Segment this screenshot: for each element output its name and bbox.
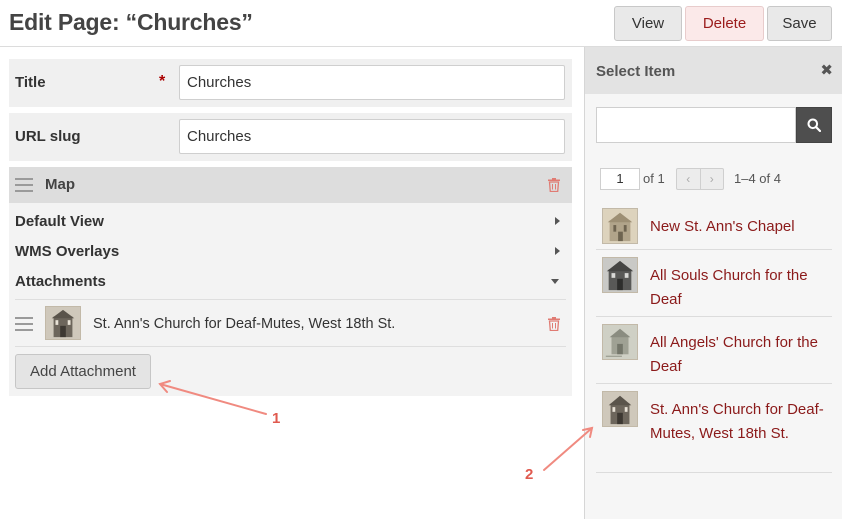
save-button[interactable]: Save xyxy=(767,6,832,41)
drag-handle-icon[interactable] xyxy=(15,178,33,192)
item-label: St. Ann's Church for Deaf-Mutes, West 18… xyxy=(650,401,824,442)
postcard-thumbnail-icon xyxy=(602,324,638,360)
photo-thumbnail-icon xyxy=(602,391,638,427)
attachment-row: St. Ann's Church for Deaf-Mutes, West 18… xyxy=(15,299,566,347)
result-range: 1–4 of 4 xyxy=(734,171,781,186)
slug-row: URL slug xyxy=(9,113,572,161)
attachment-title: St. Ann's Church for Deaf-Mutes, West 18… xyxy=(93,316,396,332)
title-label: Title xyxy=(15,74,46,91)
select-item-panel: Select Item ✖ 1 of 1 ‹ › 1–4 of 4 New St… xyxy=(584,47,842,519)
list-item[interactable]: All Souls Church for the Deaf xyxy=(596,251,832,317)
search-button[interactable] xyxy=(796,107,832,143)
map-block: Map Default View WMS Overlays Attachment… xyxy=(9,167,572,396)
next-page-button[interactable]: › xyxy=(701,169,724,189)
pager: ‹ › xyxy=(676,168,724,190)
page-number-input[interactable]: 1 xyxy=(600,168,640,190)
page-count: of 1 xyxy=(643,171,665,186)
view-button[interactable]: View xyxy=(614,6,682,41)
trash-icon[interactable] xyxy=(548,317,560,331)
chevron-right-icon[interactable] xyxy=(555,247,560,255)
search-icon xyxy=(807,118,821,132)
list-item[interactable]: St. Ann's Church for Deaf-Mutes, West 18… xyxy=(596,385,832,473)
slug-input[interactable] xyxy=(179,119,565,154)
attachment-thumbnail-icon xyxy=(45,306,81,340)
title-input[interactable] xyxy=(179,65,565,100)
section-default-view[interactable]: Default View xyxy=(15,213,104,230)
sketch-thumbnail-icon xyxy=(602,208,638,244)
list-item[interactable]: New St. Ann's Chapel xyxy=(596,202,832,250)
panel-title: Select Item xyxy=(596,63,676,80)
close-icon[interactable]: ✖ xyxy=(820,61,833,79)
item-label: All Souls Church for the Deaf xyxy=(650,267,808,308)
list-item[interactable]: All Angels' Church for the Deaf xyxy=(596,318,832,384)
trash-icon[interactable] xyxy=(548,178,560,192)
add-attachment-button[interactable]: Add Attachment xyxy=(15,354,151,389)
photo-thumbnail-icon xyxy=(602,257,638,293)
item-label: All Angels' Church for the Deaf xyxy=(650,334,818,375)
title-row: Title * xyxy=(9,59,572,107)
page-title: Edit Page: “Churches” xyxy=(9,9,253,35)
search-input[interactable] xyxy=(596,107,796,143)
slug-label: URL slug xyxy=(15,128,81,145)
map-header: Map xyxy=(9,167,572,203)
item-label: New St. Ann's Chapel xyxy=(650,218,795,235)
delete-button[interactable]: Delete xyxy=(685,6,764,41)
chevron-down-icon[interactable] xyxy=(551,279,559,284)
annotation-marker-1: 1 xyxy=(272,410,281,427)
annotation-marker-2: 2 xyxy=(525,466,534,483)
section-attachments[interactable]: Attachments xyxy=(15,273,106,290)
map-heading: Map xyxy=(45,176,75,193)
prev-page-button[interactable]: ‹ xyxy=(677,169,701,189)
required-marker: * xyxy=(159,73,166,90)
drag-handle-icon[interactable] xyxy=(15,317,33,331)
section-wms-overlays[interactable]: WMS Overlays xyxy=(15,243,119,260)
chevron-right-icon[interactable] xyxy=(555,217,560,225)
panel-header: Select Item ✖ xyxy=(585,47,842,94)
